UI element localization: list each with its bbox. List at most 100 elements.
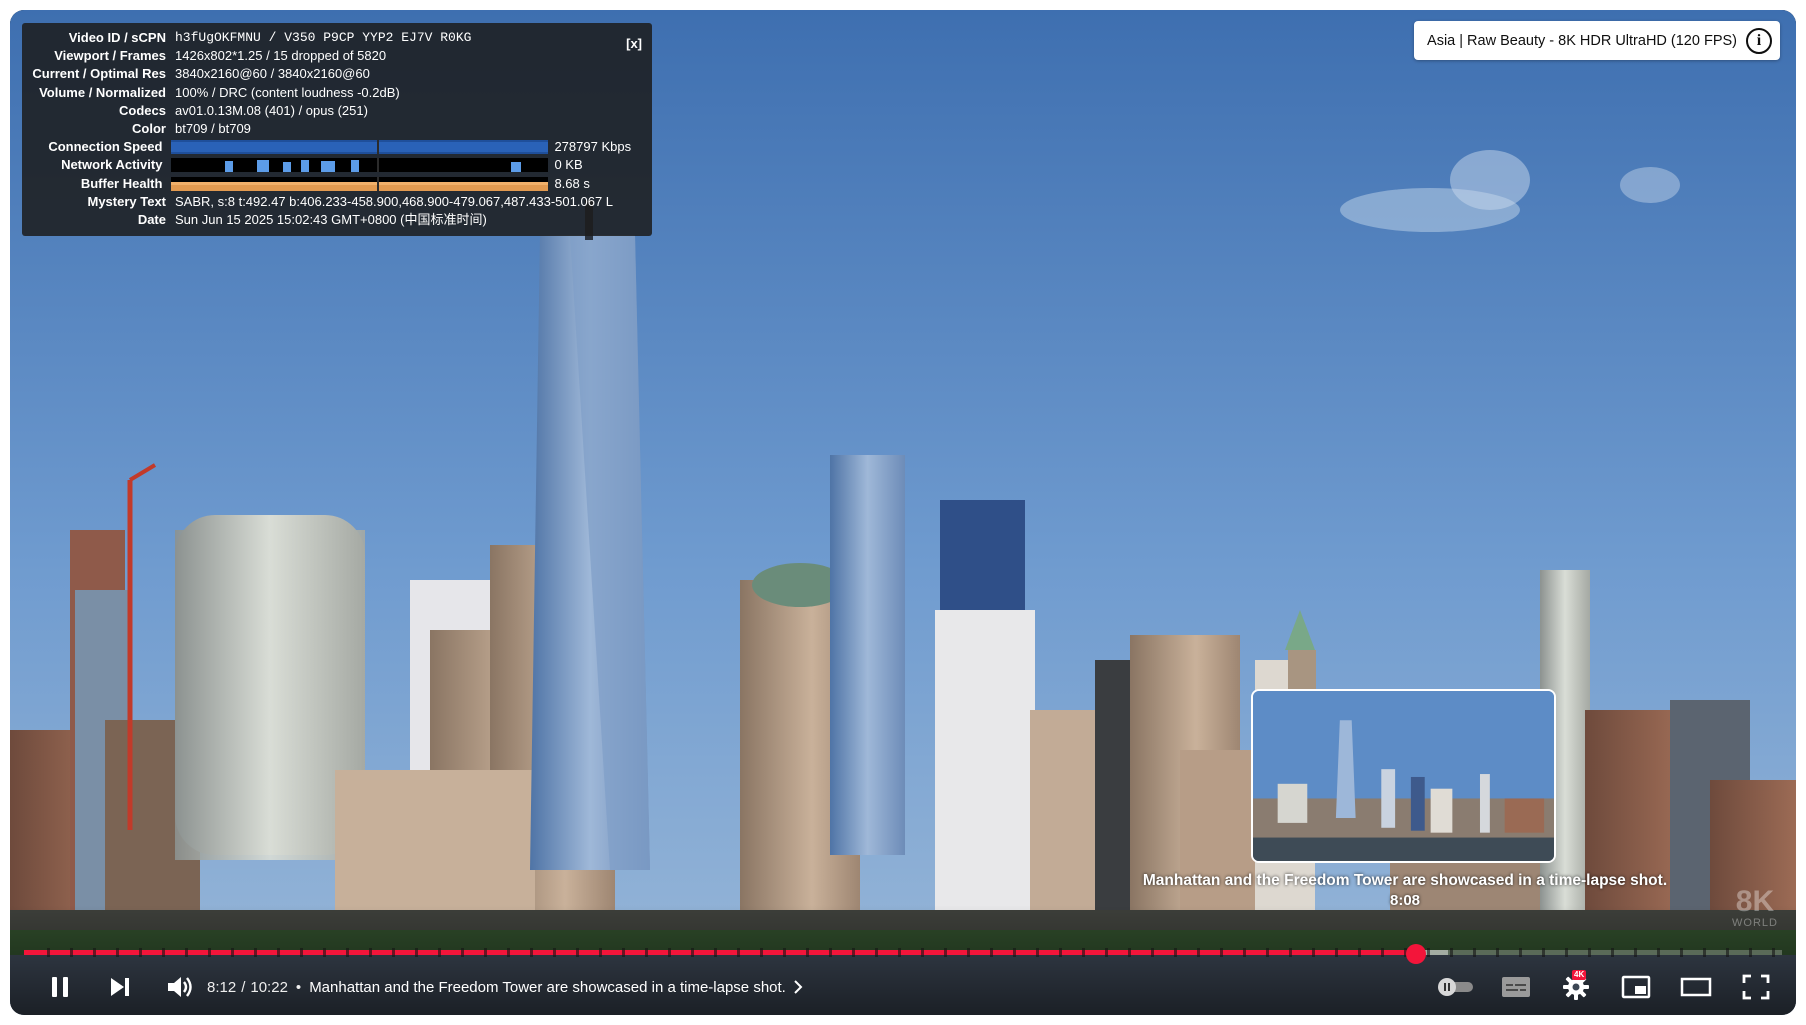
stats-value: 100% / DRC (content loudness -0.2dB)	[175, 84, 400, 100]
stats-value: 3840x2160@60 / 3840x2160@60	[175, 66, 370, 82]
theater-mode-icon	[1680, 977, 1712, 997]
stats-value: 1426x802*1.25 / 15 dropped of 5820	[175, 48, 387, 64]
stats-label: Current / Optimal Res	[32, 66, 166, 82]
chapter-marker	[208, 948, 211, 957]
stats-row-buffer-health: Buffer Health 8.68 s	[22, 175, 652, 193]
progress-bar[interactable]	[24, 944, 1782, 964]
stats-value: 278797 Kbps	[554, 139, 632, 155]
chapter-marker	[714, 948, 717, 957]
stats-row-mystery-text: Mystery Text SABR, s:8 t:492.47 b:406.23…	[22, 193, 652, 211]
chapter-marker	[599, 948, 602, 957]
chapter-marker	[530, 948, 533, 957]
duration: 10:22	[250, 978, 288, 996]
chapter-marker	[1680, 948, 1683, 957]
chapter-marker	[1036, 948, 1039, 957]
chapter-marker	[898, 948, 901, 957]
chapter-marker	[1634, 948, 1637, 957]
chapter-marker	[70, 948, 73, 957]
subtitles-button[interactable]	[1490, 965, 1542, 1009]
stats-value: 8.68 s	[554, 175, 590, 191]
settings-button[interactable]: 4K	[1550, 965, 1602, 1009]
channel-watermark[interactable]: 8K WORLD	[1732, 887, 1778, 930]
chapter-marker	[438, 948, 441, 957]
subtitles-icon	[1502, 977, 1530, 997]
chapter-marker	[1197, 948, 1200, 957]
chapter-marker	[1726, 948, 1729, 957]
autoplay-toggle[interactable]	[1430, 965, 1482, 1009]
stats-label: Date	[137, 211, 166, 227]
chapter-marker	[47, 948, 50, 957]
connection-speed-graph	[171, 140, 549, 155]
chapter-marker	[254, 948, 257, 957]
chapter-marker	[1657, 948, 1660, 957]
stats-row-codecs: Codecs av01.0.13M.08 (401) / opus (251)	[22, 102, 652, 120]
stats-value: h3fUgOKFMNU / V350 P9CP YYP2 EJ7V R0KG	[175, 30, 472, 45]
chapter-marker	[139, 948, 142, 957]
network-activity-graph	[171, 158, 549, 173]
chapter-marker	[1450, 948, 1453, 957]
chapter-marker	[392, 948, 395, 957]
chapter-marker	[645, 948, 648, 957]
stats-label: Volume / Normalized	[39, 84, 166, 100]
fullscreen-button[interactable]	[1730, 965, 1782, 1009]
chevron-right-icon	[794, 980, 803, 994]
chapter-marker	[1128, 948, 1131, 957]
player-controls: 8:12 / 10:22 • Manhattan and the Freedom…	[10, 965, 1796, 1009]
miniplayer-icon	[1621, 975, 1651, 999]
chapter-dot: •	[295, 978, 302, 996]
chapter-marker	[1105, 948, 1108, 957]
theater-mode-button[interactable]	[1670, 965, 1722, 1009]
info-icon[interactable]: i	[1746, 27, 1772, 54]
chapter-marker	[668, 948, 671, 957]
skip-next-icon	[111, 978, 129, 996]
mute-button[interactable]	[158, 965, 202, 1009]
buffer-health-graph	[171, 176, 549, 191]
scrub-preview-thumbnail	[1251, 689, 1556, 863]
stats-close-button[interactable]: [x]	[626, 35, 642, 53]
chapter-marker	[415, 948, 418, 957]
chapter-marker	[1473, 948, 1476, 957]
chapter-marker	[1565, 948, 1568, 957]
stats-value: Sun Jun 15 2025 15:02:43 GMT+0800 (中国标准时…	[175, 211, 487, 227]
chapter-marker	[1312, 948, 1315, 957]
preview-chapter-title: Manhattan and the Freedom Tower are show…	[1142, 872, 1668, 889]
chapter-marker	[622, 948, 625, 957]
stats-label: Mystery Text	[87, 193, 166, 209]
chapter-marker	[1059, 948, 1062, 957]
fullscreen-icon	[1742, 974, 1770, 1000]
chapter-marker	[967, 948, 970, 957]
chapter-marker	[1772, 948, 1775, 957]
pause-button[interactable]	[38, 965, 82, 1009]
chapter-marker	[1335, 948, 1338, 957]
chapter-marker	[93, 948, 96, 957]
chapter-title-button[interactable]: Manhattan and the Freedom Tower are show…	[309, 979, 804, 996]
stats-row-viewport: Viewport / Frames 1426x802*1.25 / 15 dro…	[22, 47, 652, 65]
chapter-marker	[507, 948, 510, 957]
chapter-marker	[1496, 948, 1499, 957]
chapter-marker	[231, 948, 234, 957]
time-display: 8:12 / 10:22 • Manhattan and the Freedom…	[207, 965, 804, 1009]
stats-row-network-activity: Network Activity 0 KB	[22, 156, 652, 174]
preview-timestamp: 8:08	[1389, 892, 1421, 909]
volume-icon	[168, 977, 192, 997]
chapter-marker	[1703, 948, 1706, 957]
chapter-marker	[1588, 948, 1591, 957]
stats-row-color: Color bt709 / bt709	[22, 120, 652, 138]
video-player[interactable]: [x] Video ID / sCPN h3fUgOKFMNU / V350 P…	[10, 10, 1796, 1015]
chapter-marker	[852, 948, 855, 957]
stats-row-date: Date Sun Jun 15 2025 15:02:43 GMT+0800 (…	[22, 211, 652, 229]
chapter-marker	[783, 948, 786, 957]
chapter-marker	[990, 948, 993, 957]
chapter-marker	[1519, 948, 1522, 957]
chapter-marker	[1220, 948, 1223, 957]
video-title[interactable]: Asia | Raw Beauty - 8K HDR UltraHD (120 …	[1427, 33, 1737, 49]
chapter-marker	[944, 948, 947, 957]
chapter-marker	[162, 948, 165, 957]
next-button[interactable]	[98, 965, 142, 1009]
video-title-chip[interactable]: Asia | Raw Beauty - 8K HDR UltraHD (120 …	[1414, 21, 1780, 60]
miniplayer-button[interactable]	[1610, 965, 1662, 1009]
chapter-marker	[806, 948, 809, 957]
chapter-marker	[829, 948, 832, 957]
stats-label: Codecs	[119, 102, 166, 118]
chapter-marker	[1151, 948, 1154, 957]
